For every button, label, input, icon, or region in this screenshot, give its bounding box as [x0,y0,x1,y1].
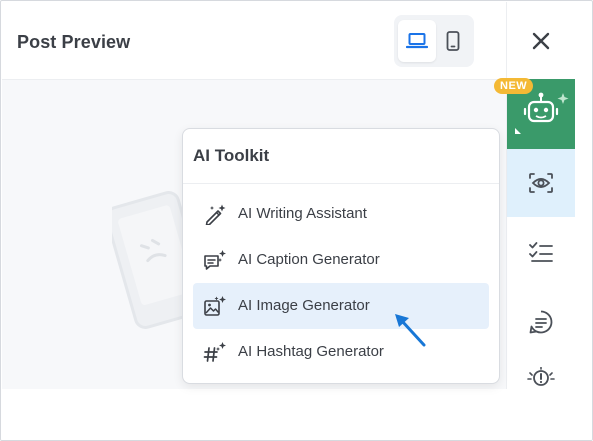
page-title: Post Preview [17,32,131,52]
footer-strip [1,389,592,440]
caption-sparkle-icon [204,250,226,270]
preview-header: Post Preview [2,2,506,80]
smartphone-icon [446,31,460,51]
alert-icon [527,367,555,386]
sidebar-item-alerts[interactable] [507,357,575,407]
image-sparkle-icon [204,296,226,316]
arrow-pointer-icon [395,314,426,347]
menu-item-ai-caption-generator[interactable]: AI Caption Generator [193,237,489,283]
laptop-icon [406,33,428,49]
menu-item-label: AI Caption Generator [238,251,380,268]
close-icon [532,32,550,49]
right-sidebar: NEW [494,2,575,389]
menu-item-ai-writing-assistant[interactable]: AI Writing Assistant [193,191,489,237]
hashtag-sparkle-icon [203,342,226,362]
magic-pen-icon [205,204,226,225]
sidebar-item-checklist[interactable] [507,217,575,287]
sidebar-item-preview[interactable] [507,149,575,217]
desktop-view-button[interactable] [398,20,436,62]
ai-toolkit-title: AI Toolkit [193,146,270,165]
post-preview-panel: Post Preview NEW AI Toolkit AI Writing A… [0,0,593,441]
new-badge: NEW [494,78,534,94]
checklist-icon [529,242,553,262]
menu-item-ai-image-generator[interactable]: AI Image Generator [193,283,489,329]
menu-item-label: AI Writing Assistant [238,205,367,222]
menu-item-label: AI Hashtag Generator [238,343,384,360]
mobile-view-button[interactable] [434,20,472,62]
menu-item-ai-hashtag-generator[interactable]: AI Hashtag Generator [193,329,489,375]
comment-icon [529,310,553,334]
sidebar-item-comments[interactable] [507,287,575,357]
ai-toolkit-menu: AI Toolkit AI Writing Assistant AI Capti… [182,128,500,384]
sidebar-item-ai-toolkit[interactable]: NEW [494,78,575,149]
device-toggle [394,15,474,67]
close-button[interactable] [507,2,575,79]
eye-scan-icon [529,173,553,193]
divider [183,183,499,184]
menu-item-label: AI Image Generator [238,297,370,314]
